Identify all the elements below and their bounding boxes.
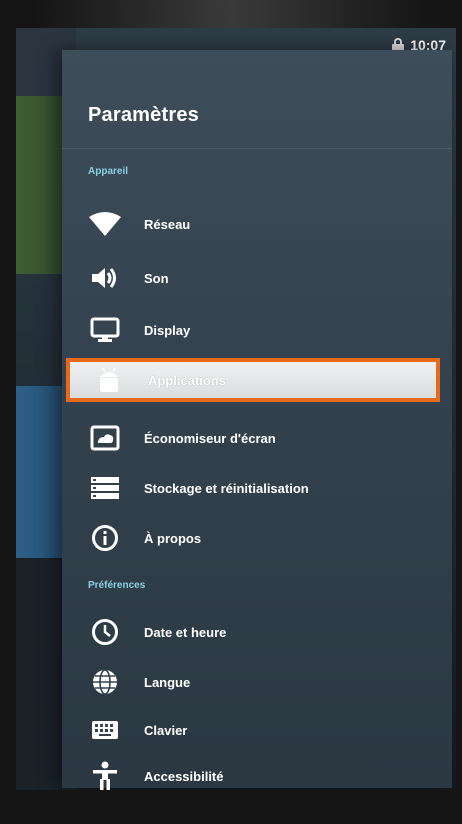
- settings-item-applications[interactable]: Applications: [66, 358, 440, 402]
- settings-item-screensaver[interactable]: Économiseur d'écran: [62, 416, 452, 460]
- wifi-icon: [88, 207, 122, 241]
- section-header-device: Appareil: [88, 166, 129, 177]
- settings-item-label: Display: [144, 322, 191, 338]
- settings-item-keyboard[interactable]: Clavier: [62, 708, 452, 752]
- settings-item-label: Langue: [144, 674, 191, 690]
- settings-item-label: Économiseur d'écran: [144, 430, 276, 446]
- settings-item-label: Applications: [148, 372, 227, 388]
- settings-item-network[interactable]: Réseau: [62, 202, 452, 246]
- settings-item-date-time[interactable]: Date et heure: [62, 610, 452, 654]
- android-icon: [92, 363, 126, 397]
- monitor-icon: [88, 313, 122, 347]
- tv-screen: 10:07 Paramètres Appareil Réseau Son Dis…: [16, 28, 456, 790]
- clock-icon: [88, 615, 122, 649]
- settings-item-storage[interactable]: Stockage et réinitialisation: [62, 466, 452, 510]
- info-icon: [88, 521, 122, 555]
- settings-item-label: Accessibilité: [144, 768, 224, 784]
- settings-panel: Paramètres Appareil Réseau Son Display A…: [62, 50, 452, 790]
- settings-item-display[interactable]: Display: [62, 308, 452, 352]
- settings-item-label: Son: [144, 270, 169, 286]
- keyboard-icon: [88, 713, 122, 747]
- storage-icon: [88, 471, 122, 505]
- settings-item-sound[interactable]: Son: [62, 256, 452, 300]
- settings-item-label: Stockage et réinitialisation: [144, 480, 309, 496]
- screensaver-icon: [88, 421, 122, 455]
- globe-icon: [88, 665, 122, 699]
- divider: [62, 148, 452, 149]
- section-header-preferences: Préférences: [88, 580, 146, 591]
- settings-item-accessibility[interactable]: Accessibilité: [62, 754, 452, 790]
- settings-item-language[interactable]: Langue: [62, 660, 452, 704]
- settings-item-label: Clavier: [144, 722, 188, 738]
- settings-item-label: À propos: [144, 530, 202, 546]
- accessibility-icon: [88, 759, 122, 790]
- page-title: Paramètres: [88, 104, 199, 126]
- speaker-icon: [88, 261, 122, 295]
- settings-item-label: Date et heure: [144, 624, 227, 640]
- settings-item-about[interactable]: À propos: [62, 516, 452, 560]
- settings-item-label: Réseau: [144, 216, 191, 232]
